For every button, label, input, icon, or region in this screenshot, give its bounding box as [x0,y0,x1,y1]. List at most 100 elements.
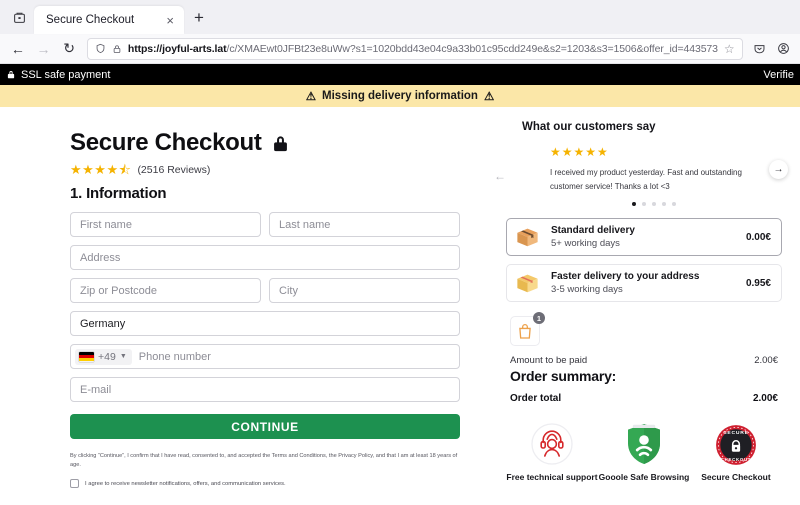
german-flag-icon [79,351,94,362]
order-summary-title: Order summary: [510,368,617,384]
bookmark-star-icon[interactable]: ☆ [724,42,735,56]
page-body: Secure Checkout ★★★★⯪ (2516 Reviews) 1. … [0,107,800,505]
city-input[interactable]: City [269,278,460,303]
safe-browsing-shield-icon [628,424,660,464]
lock-icon [273,135,287,151]
warning-text: Missing delivery information [322,90,478,102]
url-path: /c/XMAEwt0JFBt23e8uWw?s1=1020bdd43e04c9a… [226,42,718,55]
last-name-input[interactable]: Last name [269,212,460,237]
continue-button[interactable]: CONTINUE [70,414,460,439]
phone-row: +49 ▼ Phone number [70,344,460,369]
account-avatar-icon[interactable] [772,38,794,60]
page-title-text: Secure Checkout [70,129,262,156]
url-text: https://joyful-arts.lat/c/XMAEwt0JFBt23e… [128,43,718,55]
rating-stars-full: ★★★★ [70,162,119,177]
amount-value: 2.00€ [754,355,778,366]
browser-window: Secure Checkout × + ← → ↻ https://joyful… [0,0,800,505]
trust-badge-label: Gooole Safe Browsing [598,472,690,482]
testimonial-stars: ★★★★★ [550,145,609,159]
trust-badge-secure-checkout: SECURE CHECKOUT Secure Checkout [690,422,782,482]
carousel-dot[interactable] [642,202,646,206]
carousel-dot[interactable] [662,202,666,206]
reload-icon[interactable]: ↻ [57,37,81,61]
email-row: E-mail [70,377,460,402]
rating-stars: ★★★★⯪ [70,163,131,176]
trust-badge-support: Free technical support [506,420,598,482]
carousel-prev-icon[interactable]: ← [494,169,506,183]
order-total-row: Order total 2.00€ [510,393,778,404]
shipping-name: Faster delivery to your address [551,271,700,282]
amount-label: Amount to be paid [510,355,588,366]
package-icon [517,228,538,247]
testimonial-heading: What our customers say [522,121,656,133]
warning-icon-right: ⚠ [483,91,495,103]
review-count: (2516 Reviews) [137,163,211,176]
carousel-dot[interactable] [672,202,676,206]
rating: ★★★★⯪ (2516 Reviews) [70,163,460,176]
shipping-option-faster[interactable]: Faster delivery to your address 3-5 work… [506,264,782,302]
country-code-value: +49 [98,350,116,363]
phone-placeholder: Phone number [138,350,211,363]
shipping-option-standard[interactable]: Standard delivery 5+ working days 0.00€ [506,218,782,256]
address-input[interactable]: Address [70,245,460,270]
tab-title: Secure Checkout [46,14,135,26]
first-name-input[interactable]: First name [70,212,261,237]
trust-badge-safe-browsing: Gooole Safe Browsing [598,420,690,482]
tab-list-icon[interactable] [6,4,32,30]
shipping-faster-text: Faster delivery to your address 3-5 work… [551,271,736,295]
country-code-selector[interactable]: +49 ▼ [75,348,132,365]
shipping-options: Standard delivery 5+ working days 0.00€ [500,218,788,302]
zip-city-row: Zip or Postcode City [70,278,460,303]
package-icon [517,274,538,293]
navigation-toolbar: ← → ↻ https://joyful-arts.lat/c/XMAEwt0J… [0,34,800,64]
back-icon[interactable]: ← [6,37,30,61]
amount-row: Amount to be paid 2.00€ [510,355,778,366]
browser-tab[interactable]: Secure Checkout × [34,6,184,34]
information-form: First name Last name Address Zip or Post… [70,212,460,489]
zip-input[interactable]: Zip or Postcode [70,278,261,303]
warning-icon-left: ⚠ [305,91,317,103]
cart-count-badge: 1 [533,312,545,324]
shipping-price: 0.00€ [745,231,771,243]
country-select[interactable]: Germany [70,311,460,336]
trust-badge-label: Free technical support [506,472,598,482]
svg-text:CHECKOUT: CHECKOUT [721,457,751,462]
headset-support-icon [531,423,573,465]
shield-icon [95,43,106,54]
ssl-text: SSL safe payment [21,68,111,81]
checkout-form-column: Secure Checkout ★★★★⯪ (2516 Reviews) 1. … [0,107,492,505]
trust-badges: Free technical support Gooole Safe Brows… [500,420,788,482]
sidebar-column: What our customers say ★★★★★ I received … [492,107,800,505]
address-bar[interactable]: https://joyful-arts.lat/c/XMAEwt0JFBt23e… [86,37,743,60]
order-summary: 1 Amount to be paid 2.00€ Order summary:… [500,312,788,404]
email-input[interactable]: E-mail [70,377,460,402]
testimonial-text: I received my product yesterday. Fast an… [550,168,742,191]
country-row: Germany [70,311,460,336]
lock-icon [112,44,122,54]
carousel-dot[interactable] [632,202,636,206]
newsletter-opt-in[interactable]: I agree to receive newsletter notificati… [70,479,460,489]
carousel-dot[interactable] [652,202,656,206]
save-to-pocket-icon[interactable] [749,38,771,60]
forward-icon[interactable]: → [32,37,56,61]
newsletter-label: I agree to receive newsletter notificati… [85,480,286,487]
shipping-name: Standard delivery [551,225,635,236]
trust-badge-label: Secure Checkout [701,472,771,482]
tab-bar: Secure Checkout × + [0,0,800,34]
phone-input[interactable]: +49 ▼ Phone number [70,344,460,369]
warning-banner: ⚠ Missing delivery information ⚠ [0,85,800,107]
newsletter-checkbox[interactable] [70,479,79,489]
lock-icon [7,71,15,79]
page-title: Secure Checkout [70,129,460,157]
secure-checkout-seal-icon: SECURE CHECKOUT [716,425,756,465]
carousel-next-icon[interactable]: → [769,160,788,179]
close-icon[interactable]: × [164,14,176,27]
ssl-left: SSL safe payment [6,69,110,81]
shipping-eta: 5+ working days [551,238,620,249]
page-viewport: SSL safe payment Verifie ⚠ Missing deliv… [0,64,800,505]
cart-indicator[interactable]: 1 [510,312,545,346]
ssl-banner: SSL safe payment Verifie [0,64,800,85]
new-tab-button[interactable]: + [186,5,212,31]
url-host: https://joyful-arts.lat [127,42,227,55]
step-title: 1. Information [70,185,167,202]
